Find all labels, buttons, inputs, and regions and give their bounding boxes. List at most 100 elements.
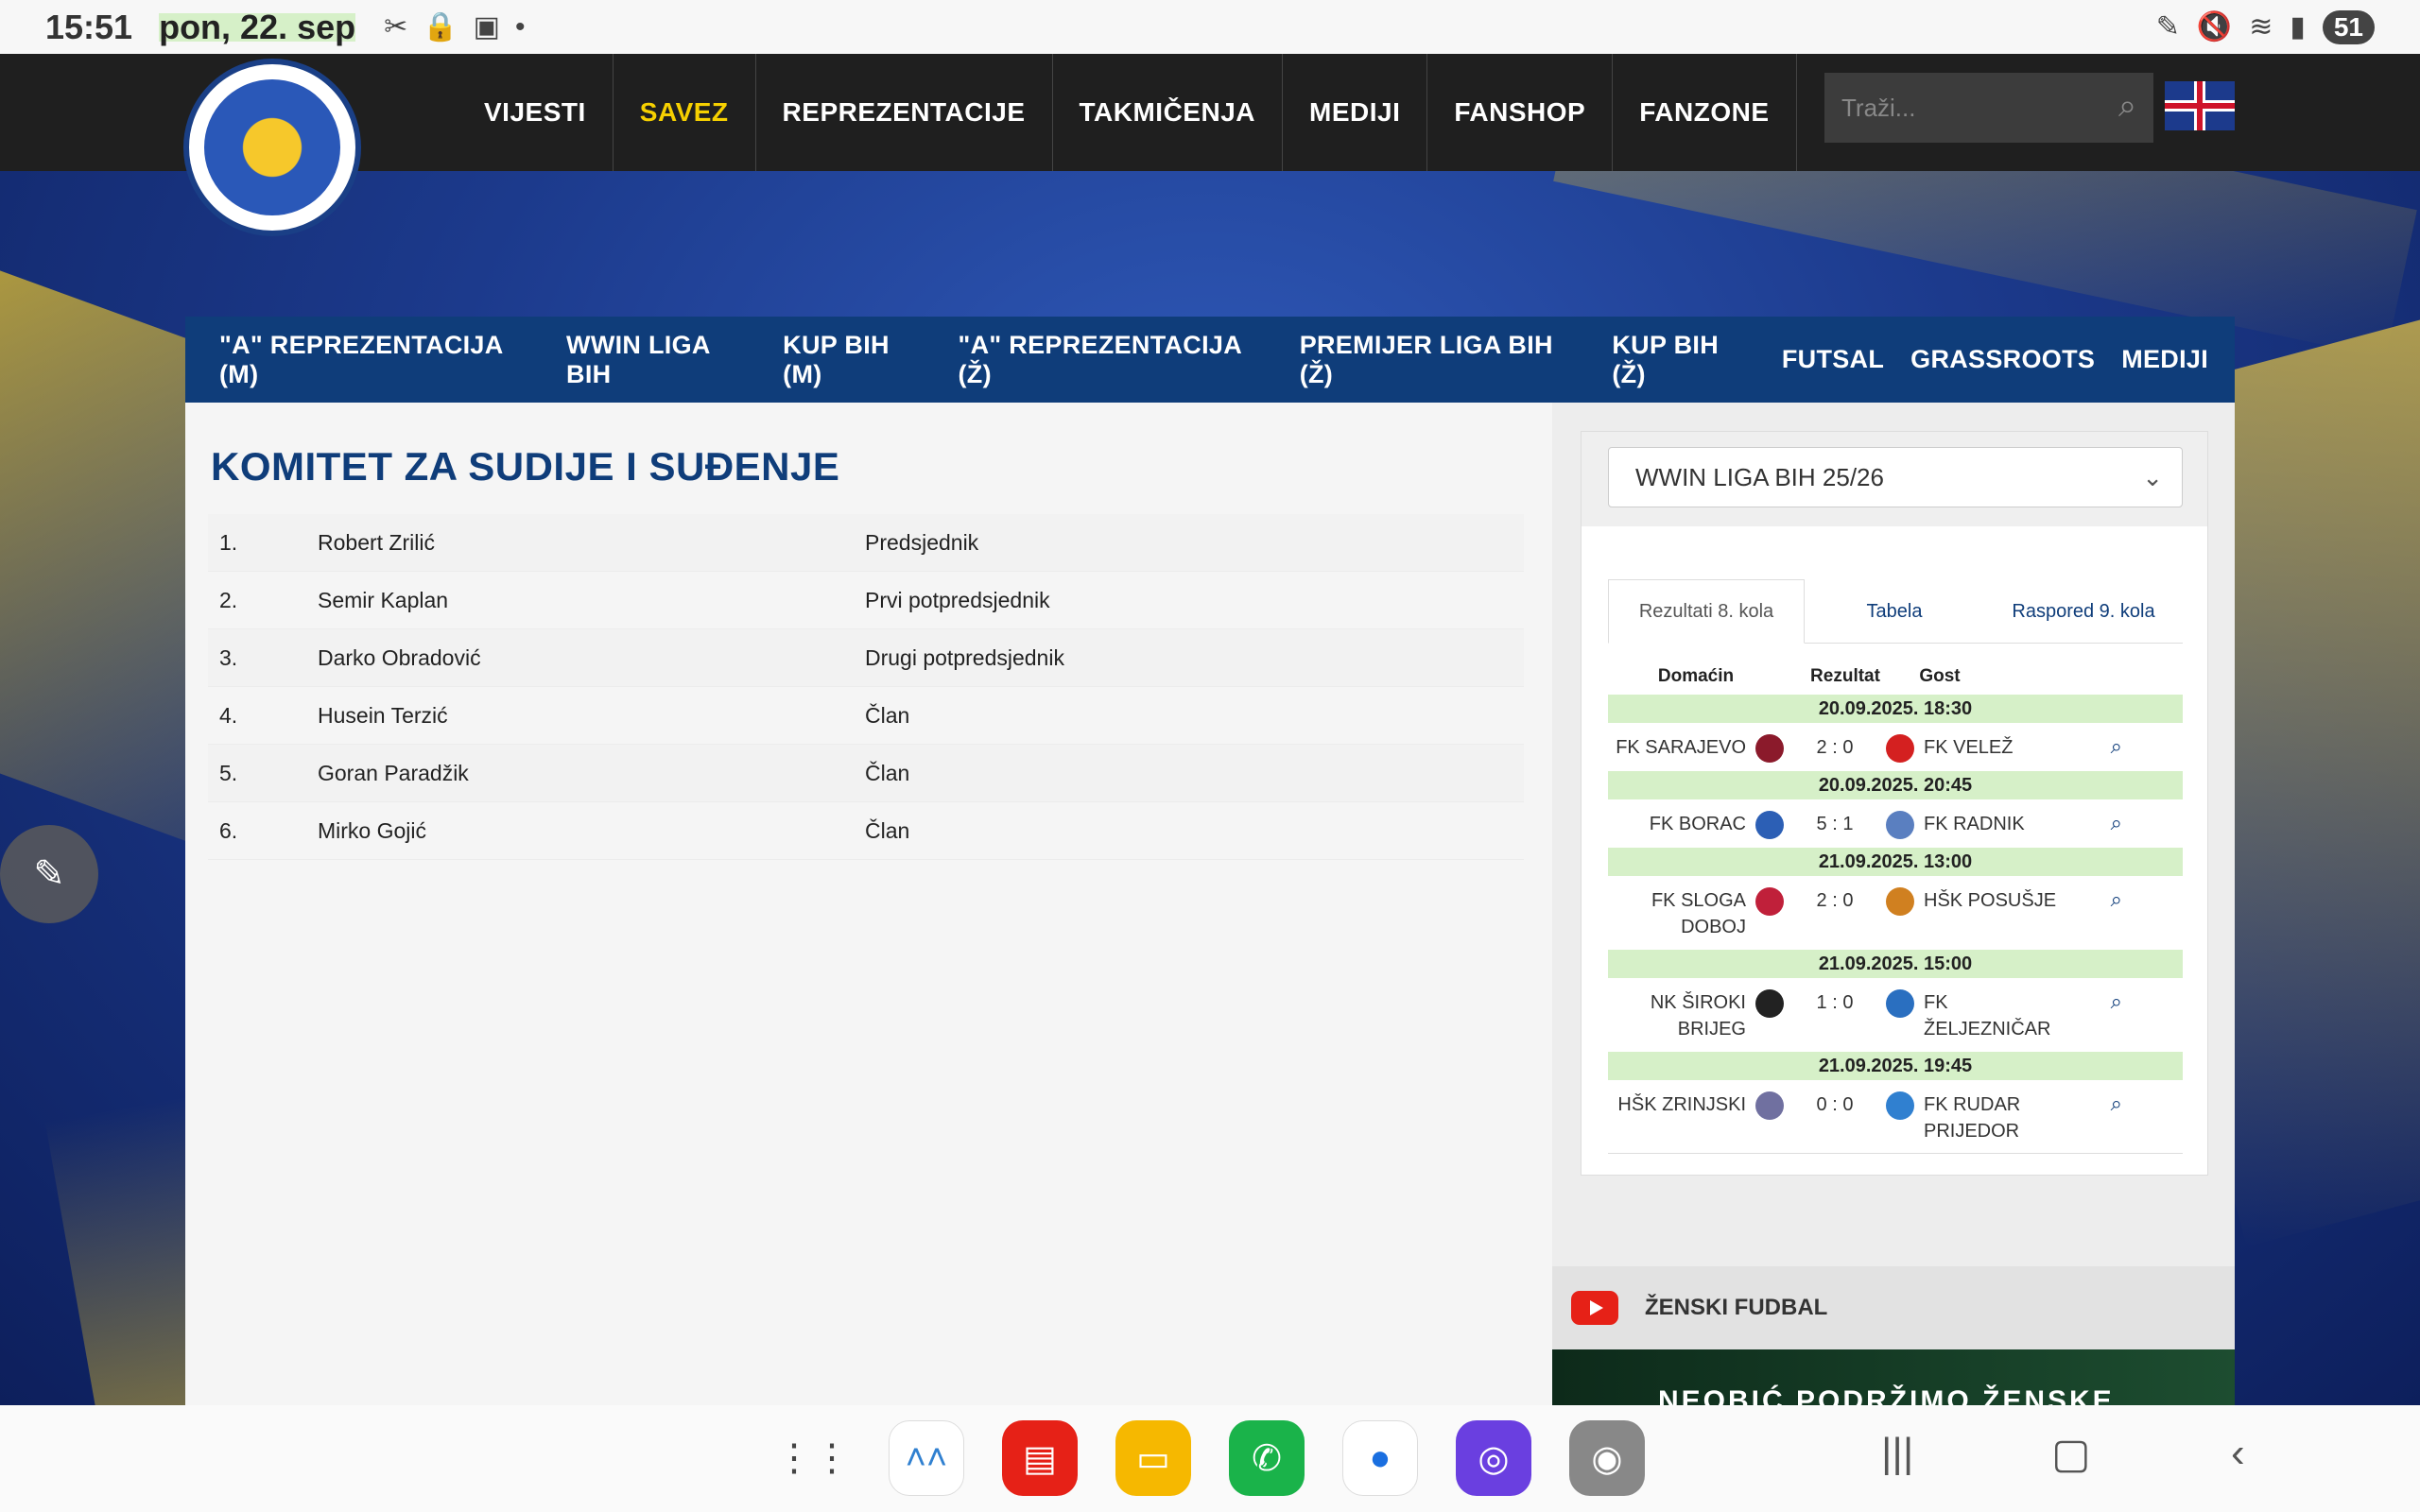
table-row: 3. Darko Obradović Drugi potpredsjednik <box>208 629 1524 687</box>
match-date: 20.09.2025. 18:30 <box>1608 695 2183 723</box>
phone-app-icon[interactable]: ✆ <box>1229 1420 1305 1496</box>
match-row[interactable]: NK ŠIROKI BRIJEG 1 : 0 FK ŽELJEZNIČAR ⌕ <box>1608 978 2183 1052</box>
status-date: pon, 22. sep <box>159 7 356 46</box>
nfsbih-logo[interactable] <box>183 59 361 236</box>
match-score: 2 : 0 <box>1816 737 1854 758</box>
page-title: KOMITET ZA SUDIJE I SUĐENJE <box>211 444 840 489</box>
menu-item-fanshop[interactable]: FANSHOP <box>1427 54 1614 171</box>
subnav-item-wwin-liga[interactable]: WWIN LIGA BIH <box>566 331 756 389</box>
sidebar: WWIN LIGA BIH 25/26 ⌄ Rezultati 8. kola … <box>1552 403 2235 1405</box>
home-team: FK BORAC <box>1649 814 1746 834</box>
member-name: Darko Obradović <box>318 644 481 670</box>
battery-indicator: 51 <box>2322 9 2375 44</box>
member-number: 2. <box>219 587 238 612</box>
notification-icon: ▣ <box>473 11 500 43</box>
league-select[interactable]: WWIN LIGA BIH 25/26 ⌄ <box>1608 447 2183 507</box>
away-team: FK ŽELJEZNIČAR <box>1924 992 2051 1040</box>
match-details-icon[interactable]: ⌕ <box>2066 887 2122 912</box>
competition-subnav: "A" REPREZENTACIJA (M) WWIN LIGA BIH KUP… <box>185 317 2235 403</box>
match-details-icon[interactable]: ⌕ <box>2066 1091 2122 1116</box>
signal-icon: ▮ <box>2290 11 2306 43</box>
tools-icon: ✂ <box>384 11 408 43</box>
member-role: Član <box>865 702 910 728</box>
tab-results[interactable]: Rezultati 8. kola <box>1608 579 1805 644</box>
youtube-title: ŽENSKI FUDBAL <box>1645 1295 1828 1320</box>
dot-icon: • <box>515 10 526 43</box>
menu-item-fanzone[interactable]: FANZONE <box>1613 54 1797 171</box>
tab-table[interactable]: Tabela <box>1805 579 1984 644</box>
edit-pen-button[interactable]: ✎ <box>0 825 98 923</box>
subnav-item-grassroots[interactable]: GRASSROOTS <box>1910 345 2095 374</box>
camera-app-icon[interactable]: ◉ <box>1569 1420 1645 1496</box>
match-details-icon[interactable]: ⌕ <box>2066 811 2122 835</box>
files-app-icon[interactable]: ▭ <box>1115 1420 1191 1496</box>
menu-item-reprezentacije[interactable]: REPREZENTACIJE <box>756 54 1053 171</box>
app-icon-1[interactable]: ˄˄ <box>889 1420 964 1496</box>
subnav-item-futsal[interactable]: FUTSAL <box>1782 345 1884 374</box>
recent-apps-button[interactable]: ||| <box>1881 1430 1913 1477</box>
results-widget: WWIN LIGA BIH 25/26 ⌄ Rezultati 8. kola … <box>1581 431 2208 1176</box>
subnav-item-kup-z[interactable]: KUP BIH (Ž) <box>1612 331 1754 389</box>
home-crest-icon <box>1755 811 1784 839</box>
header-score: Rezultat <box>1810 666 1880 686</box>
app-drawer-icon[interactable]: ⋮⋮ <box>775 1420 851 1496</box>
pen-icon: ✎ <box>2155 11 2180 43</box>
subnav-item-mediji[interactable]: MEDIJI <box>2121 345 2208 374</box>
away-team: FK RUDAR PRIJEDOR <box>1924 1094 2021 1142</box>
subnav-item-a-men[interactable]: "A" REPREZENTACIJA (M) <box>219 331 540 389</box>
subnav-item-kup-m[interactable]: KUP BIH (M) <box>783 331 931 389</box>
search-icon[interactable]: ⌕ <box>2118 88 2136 125</box>
home-team: FK SARAJEVO <box>1616 737 1746 758</box>
results-tabs: Rezultati 8. kola Tabela Raspored 9. kol… <box>1608 579 2183 644</box>
match-date: 21.09.2025. 15:00 <box>1608 950 2183 978</box>
messages-app-icon[interactable]: ● <box>1342 1420 1418 1496</box>
search-input[interactable]: Traži... ⌕ <box>1824 73 2153 143</box>
member-name: Robert Zrilić <box>318 529 435 555</box>
home-button[interactable]: ▢ <box>2051 1430 2091 1478</box>
table-row: 1. Robert Zrilić Predsjednik <box>208 514 1524 572</box>
back-button[interactable]: ‹ <box>2231 1430 2245 1477</box>
browser-app-icon[interactable]: ◎ <box>1456 1420 1531 1496</box>
away-crest-icon <box>1886 887 1914 916</box>
member-name: Mirko Gojić <box>318 817 427 843</box>
uk-flag-icon[interactable] <box>2165 81 2235 130</box>
member-number: 3. <box>219 644 238 670</box>
match-details-icon[interactable]: ⌕ <box>2066 989 2122 1014</box>
match-row[interactable]: FK SARAJEVO 2 : 0 FK VELEŽ ⌕ <box>1608 723 2183 771</box>
member-name: Goran Paradžik <box>318 760 469 785</box>
android-nav-bar: ⋮⋮ ˄˄ ▤ ▭ ✆ ● ◎ ◉ ||| ▢ ‹ <box>0 1405 2420 1512</box>
menu-item-mediji[interactable]: MEDIJI <box>1283 54 1428 171</box>
match-row[interactable]: FK BORAC 5 : 1 FK RADNIK ⌕ <box>1608 799 2183 848</box>
main-menu: VIJESTI SAVEZ REPREZENTACIJE TAKMIČENJA … <box>458 54 1797 171</box>
match-date: 21.09.2025. 13:00 <box>1608 848 2183 876</box>
match-row[interactable]: HŠK ZRINJSKI 0 : 0 FK RUDAR PRIJEDOR ⌕ <box>1608 1080 2183 1154</box>
match-details-icon[interactable]: ⌕ <box>2066 734 2122 759</box>
subnav-item-premijer-liga-z[interactable]: PREMIJER LIGA BIH (Ž) <box>1300 331 1586 389</box>
away-crest-icon <box>1886 1091 1914 1120</box>
member-name: Semir Kaplan <box>318 587 449 612</box>
away-team: FK RADNIK <box>1924 814 2025 834</box>
menu-item-savez[interactable]: SAVEZ <box>614 54 756 171</box>
match-score: 5 : 1 <box>1816 814 1854 834</box>
table-row: 5. Goran Paradžik Član <box>208 745 1524 802</box>
menu-item-vijesti[interactable]: VIJESTI <box>458 54 614 171</box>
youtube-section-header[interactable]: ŽENSKI FUDBAL <box>1552 1266 2235 1349</box>
subnav-item-a-women[interactable]: "A" REPREZENTACIJA (Ž) <box>958 331 1272 389</box>
chevron-down-icon: ⌄ <box>2142 463 2163 491</box>
home-crest-icon <box>1755 887 1784 916</box>
home-team: HŠK ZRINJSKI <box>1617 1094 1746 1115</box>
header-home: Domaćin <box>1657 666 1735 686</box>
notes-app-icon[interactable]: ▤ <box>1002 1420 1078 1496</box>
tab-schedule[interactable]: Raspored 9. kola <box>1984 579 2183 644</box>
match-row[interactable]: FK SLOGA DOBOJ 2 : 0 HŠK POSUŠJE ⌕ <box>1608 876 2183 950</box>
match-score: 0 : 0 <box>1816 1094 1854 1115</box>
header-away: Gost <box>1919 666 1961 686</box>
menu-item-takmicenja[interactable]: TAKMIČENJA <box>1053 54 1283 171</box>
wifi-icon: ≋ <box>2249 11 2273 43</box>
league-select-header: WWIN LIGA BIH 25/26 ⌄ <box>1582 432 2207 526</box>
match-table-header: Domaćin Rezultat Gost <box>1608 666 2183 695</box>
video-thumbnail[interactable]: NEOBIĆ PODRŽIMO ŽENSKE <box>1552 1349 2235 1405</box>
home-team: NK ŠIROKI BRIJEG <box>1650 992 1746 1040</box>
table-row: 6. Mirko Gojić Član <box>208 802 1524 860</box>
member-number: 5. <box>219 760 238 785</box>
